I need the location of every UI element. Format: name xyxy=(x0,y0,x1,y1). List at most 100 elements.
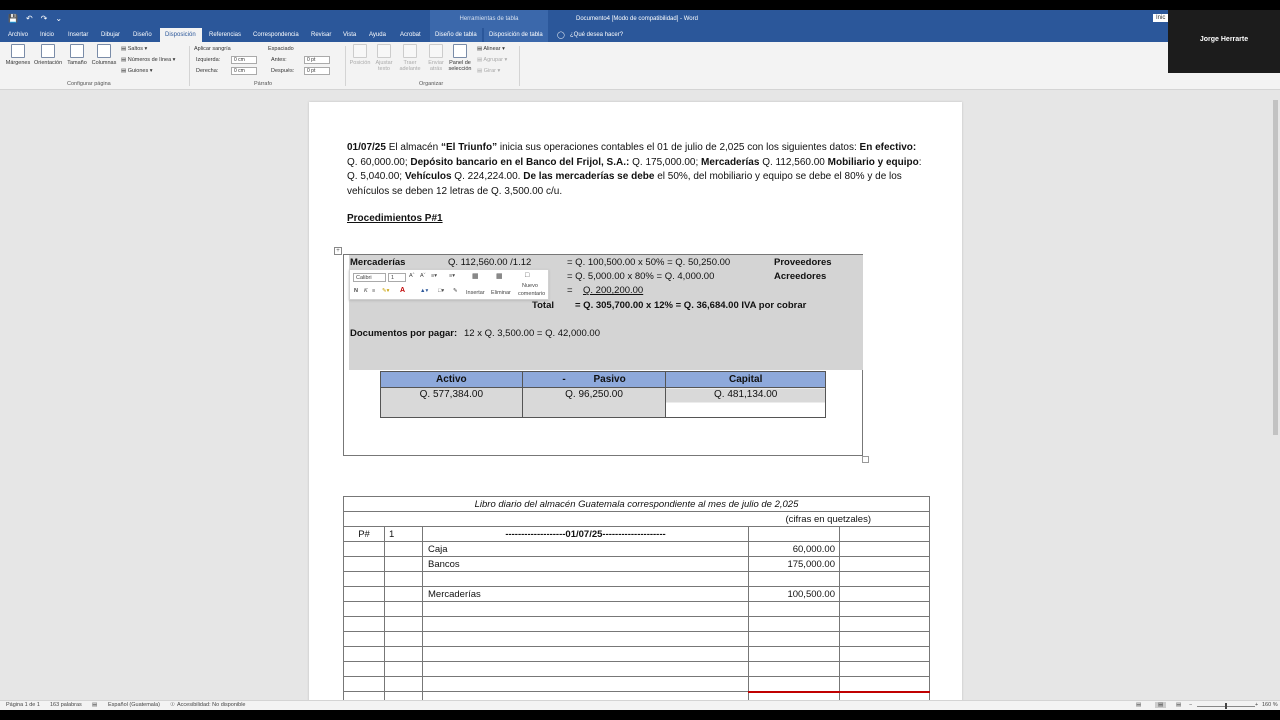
header-pasivo[interactable]: - Pasivo xyxy=(521,371,667,388)
italic-button[interactable]: K xyxy=(364,288,368,294)
mini-comment-label-2[interactable]: comentario xyxy=(518,291,545,297)
selection-pane-button[interactable]: Panel de selección xyxy=(446,44,474,72)
shrink-font-icon[interactable]: Aˇ xyxy=(420,273,426,279)
journal-cell[interactable] xyxy=(839,676,930,693)
table-move-handle[interactable]: + xyxy=(334,247,342,255)
tab-revisar[interactable]: Revisar xyxy=(306,28,336,42)
journal-cell[interactable] xyxy=(748,616,840,632)
tab-disposicion-tabla[interactable]: Disposición de tabla xyxy=(484,28,548,42)
journal-cell[interactable] xyxy=(422,676,749,692)
account-cell[interactable]: Bancos xyxy=(422,556,749,572)
date-line[interactable]: -------------------01/07/25-------------… xyxy=(422,526,749,542)
font-color-icon[interactable]: A xyxy=(400,287,405,294)
journal-subtitle[interactable]: (cifras en quetzales) xyxy=(343,511,930,527)
journal-cell[interactable] xyxy=(748,661,840,677)
word-count[interactable]: 163 palabras xyxy=(50,702,82,708)
align-icon[interactable]: ≡ xyxy=(372,288,375,294)
journal-cell[interactable] xyxy=(422,631,749,647)
vertical-scrollbar[interactable] xyxy=(1271,90,1280,700)
columns-button[interactable]: Columnas xyxy=(90,44,118,66)
account-cell[interactable] xyxy=(422,571,749,587)
indent-left-input[interactable]: 0 cm xyxy=(231,56,257,64)
journal-cell[interactable] xyxy=(839,556,930,572)
zoom-out-icon[interactable]: − xyxy=(1189,702,1192,708)
journal-cell[interactable] xyxy=(343,586,385,602)
tab-referencias[interactable]: Referencias xyxy=(204,28,246,42)
journal-cell[interactable] xyxy=(748,601,840,617)
journal-cell[interactable] xyxy=(384,616,423,632)
align-button[interactable]: ▤ Alinear ▾ xyxy=(477,46,505,52)
journal-cell[interactable] xyxy=(748,646,840,662)
shading-icon[interactable]: ▲▾ xyxy=(420,288,428,294)
journal-cell[interactable] xyxy=(839,646,930,662)
save-icon[interactable]: 💾 xyxy=(8,14,18,23)
mini-font-select[interactable]: Calibri xyxy=(353,273,386,282)
tab-acrobat[interactable]: Acrobat xyxy=(395,28,426,42)
bring-forward-button[interactable]: Traer adelante xyxy=(396,44,424,72)
journal-cell[interactable] xyxy=(384,556,423,572)
journal-cell[interactable] xyxy=(384,586,423,602)
journal-cell[interactable] xyxy=(384,676,423,692)
mini-insert-label[interactable]: Insertar xyxy=(466,290,485,296)
tab-archivo[interactable]: Archivo xyxy=(3,28,33,42)
numbering-icon[interactable]: ≡▾ xyxy=(449,273,455,279)
margins-button[interactable]: Márgenes xyxy=(4,44,32,66)
account-cell[interactable]: Caja xyxy=(422,541,749,557)
journal-title[interactable]: Libro diario del almacén Guatemala corre… xyxy=(343,496,930,512)
tab-inicio[interactable]: Inicio xyxy=(35,28,59,42)
journal-cell[interactable] xyxy=(839,586,930,602)
journal-cell[interactable] xyxy=(343,541,385,557)
debit-cell[interactable]: 60,000.00 xyxy=(748,541,840,557)
journal-cell[interactable] xyxy=(343,571,385,587)
intro-paragraph[interactable]: 01/07/25 El almacén “El Triunfo” inicia … xyxy=(347,141,922,199)
journal-cell[interactable] xyxy=(748,526,840,542)
debit-cell[interactable]: 100,500.00 xyxy=(748,586,840,602)
journal-cell[interactable] xyxy=(384,646,423,662)
journal-cell[interactable] xyxy=(384,571,423,587)
size-button[interactable]: Tamaño xyxy=(63,44,91,66)
journal-cell[interactable] xyxy=(343,676,385,692)
tab-ayuda[interactable]: Ayuda xyxy=(364,28,391,42)
journal-cell[interactable] xyxy=(343,616,385,632)
journal-cell[interactable] xyxy=(343,646,385,662)
signin-button[interactable]: Inic xyxy=(1153,14,1169,22)
language[interactable]: Español (Guatemala) xyxy=(108,702,160,708)
indent-right-input[interactable]: 0 cm xyxy=(231,67,257,75)
journal-cell[interactable] xyxy=(422,646,749,662)
spacing-after-input[interactable]: 0 pt xyxy=(304,67,330,75)
table-insert-icon[interactable]: ▦ xyxy=(472,272,479,280)
debit-cell[interactable]: 175,000.00 xyxy=(748,556,840,572)
tab-correspondencia[interactable]: Correspondencia xyxy=(248,28,304,42)
journal-cell[interactable] xyxy=(839,571,930,587)
table-resize-handle[interactable] xyxy=(862,456,869,463)
journal-cell[interactable] xyxy=(422,616,749,632)
wrap-text-button[interactable]: Ajustar texto xyxy=(370,44,398,72)
journal-cell[interactable] xyxy=(839,526,930,542)
journal-cell[interactable] xyxy=(839,601,930,617)
rotate-button[interactable]: ▤ Girar ▾ xyxy=(477,68,500,74)
bold-button[interactable]: N xyxy=(354,288,358,294)
scrollbar-thumb[interactable] xyxy=(1273,100,1278,435)
breaks-button[interactable]: ▤ Saltos ▾ xyxy=(121,46,147,52)
new-comment-icon[interactable]: □ xyxy=(525,272,529,279)
journal-cell[interactable] xyxy=(343,556,385,572)
journal-cell[interactable] xyxy=(748,631,840,647)
calculation-textbox[interactable]: Mercaderías Q. 112,560.00 /1.12 = Q. 100… xyxy=(343,254,863,456)
zoom-level[interactable]: 160 % xyxy=(1262,702,1278,708)
journal-cell[interactable] xyxy=(422,661,749,677)
mini-size-select[interactable]: 1 xyxy=(388,273,406,282)
account-cell[interactable]: Mercaderías xyxy=(422,586,749,602)
journal-cell[interactable] xyxy=(839,541,930,557)
tab-insertar[interactable]: Insertar xyxy=(63,28,93,42)
zoom-in-icon[interactable]: + xyxy=(1255,702,1258,708)
format-painter-icon[interactable]: ✎ xyxy=(453,288,458,294)
web-layout-icon[interactable]: ▤ xyxy=(1176,702,1181,708)
tell-me-search[interactable]: ¿Qué desea hacer? xyxy=(565,28,628,42)
journal-cell[interactable] xyxy=(384,541,423,557)
page-count[interactable]: Página 1 de 1 xyxy=(6,702,40,708)
journal-cell[interactable] xyxy=(839,616,930,632)
p-number[interactable]: 1 xyxy=(384,526,423,542)
mini-delete-label[interactable]: Eliminar xyxy=(491,290,511,296)
journal-cell[interactable] xyxy=(422,601,749,617)
borders-icon[interactable]: □▾ xyxy=(438,288,444,294)
